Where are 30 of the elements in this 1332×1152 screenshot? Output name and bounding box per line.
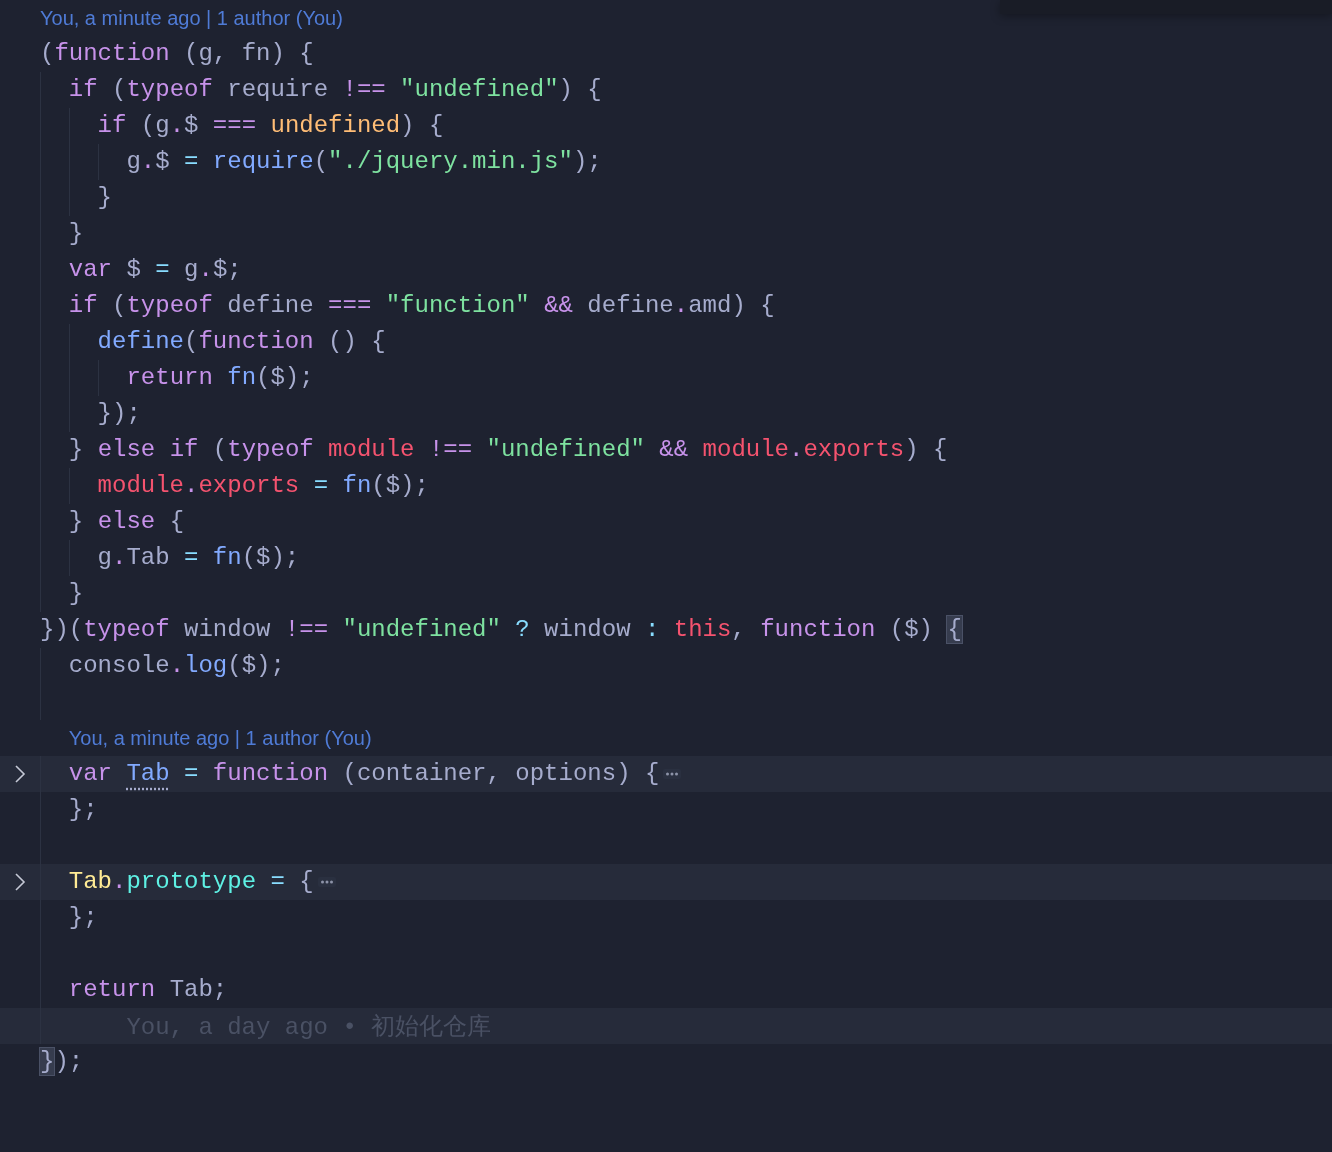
code-line: if (typeof define === "function" && define.amd) { bbox=[67, 291, 775, 321]
code-line: return fn($); bbox=[125, 363, 314, 393]
code-line: } else { bbox=[67, 507, 185, 537]
code-line: }); bbox=[96, 399, 141, 429]
code-line: if (typeof require !== "undefined") { bbox=[67, 75, 602, 105]
code-line: } bbox=[96, 183, 112, 213]
code-line: }); bbox=[40, 1047, 84, 1077]
code-line: } else if (typeof module !== "undefined" && module.exports) { bbox=[67, 435, 948, 465]
code-line: var $ = g.$; bbox=[67, 255, 242, 285]
code-line: define(function () { bbox=[96, 327, 386, 357]
ellipsis-icon[interactable] bbox=[663, 769, 682, 779]
code-line: }; bbox=[67, 903, 98, 933]
code-line: } bbox=[67, 219, 84, 249]
code-line: } bbox=[67, 579, 84, 609]
code-line: Tab.prototype = { bbox=[67, 867, 314, 897]
ellipsis-icon[interactable] bbox=[317, 877, 336, 887]
codelens-link[interactable]: You, a minute ago | 1 author (You) bbox=[68, 726, 372, 750]
chevron-icon[interactable] bbox=[14, 872, 26, 892]
code-line: (function (g, fn) { bbox=[40, 39, 314, 69]
code-line: g.Tab = fn($); bbox=[96, 543, 300, 573]
code-line: module.exports = fn($); bbox=[96, 471, 429, 501]
code-line: console.log($); bbox=[67, 651, 285, 681]
code-line: if (g.$ === undefined) { bbox=[96, 111, 444, 141]
code-line: var Tab = function (container, options) { bbox=[67, 759, 660, 789]
code-line: })(typeof window !== "undefined" ? window : this, function ($) { bbox=[40, 615, 962, 645]
codelens-link[interactable]: You, a minute ago | 1 author (You) bbox=[40, 6, 343, 30]
code-line: return Tab; bbox=[67, 975, 228, 1005]
code-line: }; bbox=[67, 795, 98, 825]
chevron-icon[interactable] bbox=[14, 764, 26, 784]
code-line: g.$ = require("./jquery.min.js"); bbox=[125, 147, 602, 177]
